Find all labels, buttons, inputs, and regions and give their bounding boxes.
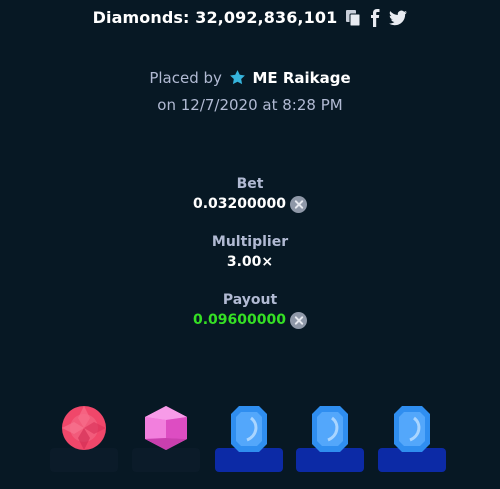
payout-value-row: 0.09600000 <box>193 310 307 330</box>
facebook-icon[interactable] <box>369 8 381 27</box>
payout-label: Payout <box>222 292 278 308</box>
copy-icon[interactable] <box>345 9 361 27</box>
tile-5 <box>378 398 446 472</box>
bet-value-row: 0.03200000 <box>193 194 307 214</box>
gem-tiles-row <box>0 398 500 478</box>
twitter-icon[interactable] <box>389 10 408 26</box>
payout-section: Payout 0.09600000 <box>0 291 500 330</box>
game-title: Diamonds: 32,092,836,101 <box>92 8 338 27</box>
username-link[interactable]: ME Raikage <box>252 69 350 87</box>
star-icon <box>229 69 246 93</box>
pink-gem-icon <box>143 404 189 456</box>
multiplier-section: Multiplier 3.00× <box>0 233 500 272</box>
bet-value: 0.03200000 <box>193 196 286 212</box>
payout-value: 0.09600000 <box>193 312 286 328</box>
bet-section: Bet 0.03200000 <box>0 175 500 214</box>
currency-icon <box>290 195 307 213</box>
placed-date: on 12/7/2020 at 8:28 PM <box>157 96 343 114</box>
tile-2 <box>132 398 200 472</box>
blue-gem-icon <box>392 404 432 458</box>
placed-by-label: Placed by <box>149 69 222 87</box>
currency-icon <box>290 311 307 329</box>
blue-gem-icon <box>310 404 350 458</box>
tile-3 <box>215 398 283 472</box>
placed-info: Placed by ME Raikage on 12/7/2020 at 8:2… <box>0 66 500 117</box>
multiplier-label: Multiplier <box>211 234 289 250</box>
header: Diamonds: 32,092,836,101 <box>0 8 500 27</box>
bet-label: Bet <box>236 176 264 192</box>
multiplier-value: 3.00× <box>226 254 274 270</box>
tile-4 <box>296 398 364 472</box>
tile-1 <box>50 398 118 472</box>
red-gem-icon <box>60 404 108 456</box>
blue-gem-icon <box>229 404 269 458</box>
